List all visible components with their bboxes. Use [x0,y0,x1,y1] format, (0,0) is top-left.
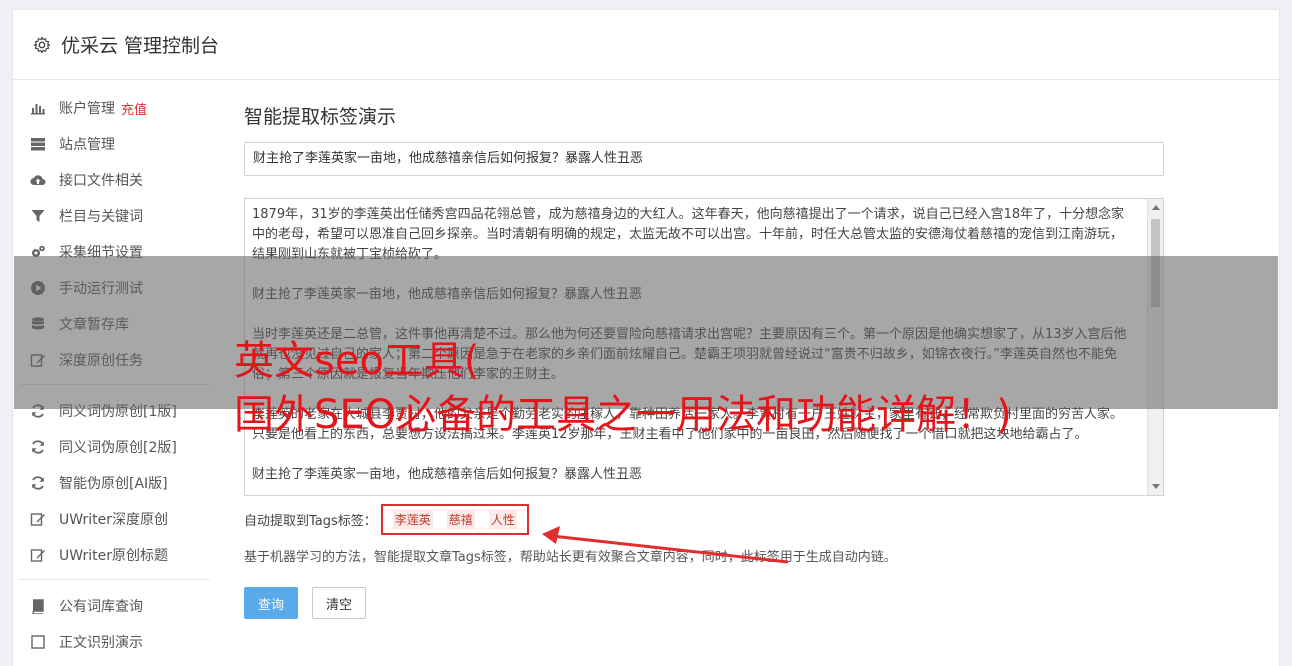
tags-label: 自动提取到Tags标签： [244,513,377,529]
tag[interactable]: 人性 [488,509,517,529]
recharge-link[interactable]: 充值 [121,99,147,118]
sidebar-item[interactable]: 站点管理 [20,126,210,162]
refresh-icon [30,475,46,491]
sidebar-item[interactable]: 同义词伪原创[2版] [20,429,210,465]
sidebar-item-label: UWriter深度原创 [59,512,168,528]
query-button[interactable]: 查询 [244,587,298,619]
bar-chart-icon [30,100,46,116]
sidebar-item[interactable]: 栏目与关键词 [20,198,210,234]
sidebar-item[interactable]: 正文识别演示 [20,624,210,660]
sidebar-item[interactable]: UWriter深度原创 [20,501,210,537]
sidebar-item[interactable]: 智能伪原创[AI版] [20,465,210,501]
sidebar-item-label: 智能伪原创[AI版] [59,476,168,492]
sidebar-item[interactable]: UWriter原创标题 [20,537,210,573]
overlay-caption: 英文seo工具( 国外SEO必备的工具之一用法和功能详解！) [234,334,1012,442]
article-paragraph: 财主抢了李莲英家一亩地，他成慈禧亲信后如何报复？暴露人性丑恶 [252,467,643,482]
clear-button[interactable]: 清空 [312,587,366,619]
scroll-down-icon[interactable] [1152,484,1160,489]
sidebar-item[interactable]: 接口文件相关 [20,162,210,198]
book-icon [30,598,46,615]
scroll-up-icon[interactable] [1152,205,1160,210]
sidebar-item-label: 正文识别演示 [59,635,143,651]
square-icon [30,634,46,650]
server-icon [30,136,46,152]
sidebar-item-label: 同义词伪原创[2版] [59,440,177,456]
tag[interactable]: 李莲英 [392,509,433,529]
title-input[interactable]: 财主抢了李莲英家一亩地，他成慈禧亲信后如何报复？暴露人性丑恶 [244,142,1164,176]
section-heading: 智能提取标签演示 [244,106,397,128]
page-title: 优采云 管理控制台 [61,35,220,57]
sidebar-item-label: 接口文件相关 [59,173,143,189]
sidebar-item-label: 公有词库查询 [59,599,143,615]
edit-icon [30,547,46,563]
sidebar-item[interactable]: 公有词库查询 [20,588,210,624]
sidebar-item-label: 栏目与关键词 [59,209,143,225]
tag[interactable]: 慈禧 [446,509,475,529]
sidebar-item-label: 账户管理 [59,101,115,117]
edit-icon [30,511,46,527]
red-arrow-icon [542,526,789,564]
sidebar-item-label: 站点管理 [59,137,115,153]
sidebar-item[interactable]: 账户管理 充值 [20,90,210,126]
gear-icon [33,36,51,53]
panel-header: 优采云 管理控制台 [13,10,1279,80]
refresh-icon [30,439,46,455]
sidebar-item-label: UWriter原创标题 [59,548,168,564]
button-row: 查询 清空 [244,587,1164,619]
overlay-line-1: 英文seo工具( [234,338,480,384]
filter-icon [30,208,46,224]
overlay-line-2: 国外SEO必备的工具之一用法和功能详解！) [234,392,1012,438]
sidebar-divider [20,579,210,580]
tags-highlight-box: 李莲英 慈禧 人性 [380,503,529,535]
cloud-upload-icon [30,172,46,188]
